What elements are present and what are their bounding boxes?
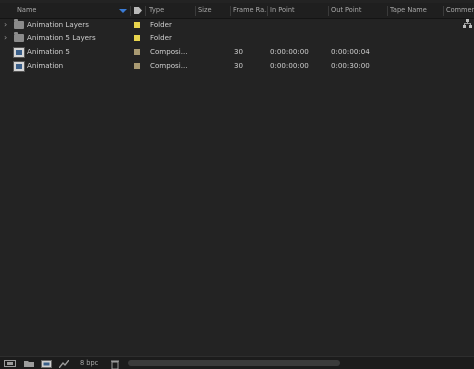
project-item-row[interactable]: Animation Composi... 30 0:00:00:00 0:00:… (0, 59, 474, 73)
column-frame-rate[interactable]: Frame Ra... (233, 3, 267, 18)
folder-icon (14, 32, 24, 42)
item-frame-rate: 30 (234, 61, 244, 70)
column-divider (328, 6, 329, 16)
column-divider (130, 6, 131, 16)
sort-descending-icon[interactable] (119, 9, 127, 13)
item-out-point: 0:00:00:04 (331, 47, 370, 56)
column-divider (443, 6, 444, 16)
item-name: Animation 5 (27, 47, 70, 56)
horizontal-scrollbar[interactable] (128, 360, 340, 366)
item-type: Composi... (150, 61, 188, 70)
column-divider (267, 6, 268, 16)
column-type[interactable]: Type (149, 3, 193, 18)
column-size[interactable]: Size (198, 3, 228, 18)
label-color-swatch[interactable] (134, 35, 140, 41)
chevron-right-icon[interactable]: › (4, 18, 7, 32)
item-name: Animation 5 Layers (27, 33, 96, 42)
item-type: Folder (150, 33, 172, 42)
label-color-swatch[interactable] (134, 63, 140, 69)
column-tape-name[interactable]: Tape Name (390, 3, 440, 18)
item-frame-rate: 30 (234, 47, 244, 56)
flowchart-icon[interactable] (463, 19, 472, 28)
project-panel: Name Type Size Frame Ra... In Point Out … (0, 0, 474, 369)
item-type: Composi... (150, 47, 188, 56)
item-name: Animation Layers (27, 20, 89, 29)
composition-icon (13, 61, 25, 72)
interpret-footage-icon[interactable] (4, 360, 16, 367)
project-settings-icon[interactable] (59, 360, 69, 368)
item-in-point: 0:00:00:00 (270, 47, 309, 56)
folder-icon (14, 19, 24, 29)
column-name[interactable]: Name (17, 3, 112, 18)
new-composition-icon[interactable] (41, 360, 52, 368)
label-icon[interactable] (134, 7, 142, 14)
project-panel-footer: 8 bpc (0, 356, 474, 369)
label-color-swatch[interactable] (134, 22, 140, 28)
project-item-row[interactable]: Animation 5 Composi... 30 0:00:00:00 0:0… (0, 45, 474, 59)
item-in-point: 0:00:00:00 (270, 61, 309, 70)
column-divider (195, 6, 196, 16)
item-name: Animation (27, 61, 64, 70)
column-divider (387, 6, 388, 16)
project-item-row[interactable]: › Animation 5 Layers Folder (0, 31, 474, 45)
item-type: Folder (150, 20, 172, 29)
project-item-row[interactable]: › Animation Layers Folder (0, 18, 474, 32)
column-divider (230, 6, 231, 16)
bit-depth-button[interactable]: 8 bpc (80, 357, 98, 369)
new-folder-icon[interactable] (24, 360, 34, 367)
label-color-swatch[interactable] (134, 49, 140, 55)
column-out-point[interactable]: Out Point (331, 3, 386, 18)
item-out-point: 0:00:30:00 (331, 61, 370, 70)
column-divider (145, 6, 146, 16)
composition-icon (13, 47, 25, 58)
column-comment[interactable]: Commen (446, 3, 474, 18)
column-header: Name Type Size Frame Ra... In Point Out … (0, 3, 474, 19)
chevron-right-icon[interactable]: › (4, 31, 7, 45)
column-in-point[interactable]: In Point (270, 3, 325, 18)
